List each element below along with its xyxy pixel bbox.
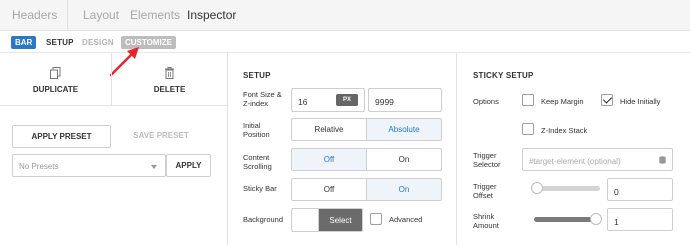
- sticky-on-option[interactable]: On: [366, 179, 441, 200]
- initial-position-label: Initial Position: [243, 121, 270, 139]
- presets-select[interactable]: No Presets: [12, 154, 166, 177]
- sub-nav: BAR SETUP DESIGN CUSTOMIZE: [0, 31, 690, 53]
- zindex-stack-checkbox[interactable]: [522, 123, 534, 135]
- save-preset-button[interactable]: SAVE PRESET: [111, 125, 211, 148]
- delete-label: DELETE: [153, 85, 186, 94]
- database-icon: [659, 156, 666, 164]
- nav-divider: [67, 0, 68, 31]
- duplicate-icon: [50, 67, 61, 79]
- tab-inspector[interactable]: Inspector: [187, 8, 236, 22]
- options-label: Options: [473, 97, 499, 106]
- trigger-offset-handle[interactable]: [531, 182, 543, 194]
- setup-heading: SETUP: [243, 71, 271, 80]
- trigger-offset-value: 0: [614, 187, 619, 197]
- bar-badge: BAR: [11, 36, 37, 49]
- background-picker[interactable]: Select: [291, 208, 363, 232]
- zindex-field[interactable]: 9999: [368, 88, 442, 112]
- content-on-option[interactable]: On: [366, 149, 441, 170]
- trigger-selector-placeholder: #target-element (optional): [529, 157, 621, 166]
- relative-option[interactable]: Relative: [292, 119, 366, 140]
- trigger-selector-input[interactable]: #target-element (optional): [522, 148, 673, 171]
- chevron-down-icon: [151, 165, 157, 169]
- absolute-option[interactable]: Absolute: [366, 119, 441, 140]
- shrink-amount-field[interactable]: 1: [607, 208, 673, 231]
- shrink-amount-label: Shrink Amount: [473, 212, 499, 230]
- shrink-amount-handle[interactable]: [590, 213, 602, 225]
- hide-initially-checkbox[interactable]: [601, 94, 613, 106]
- background-swatch[interactable]: [292, 209, 318, 231]
- font-size-value: 16: [298, 97, 308, 107]
- shrink-amount-fill: [534, 217, 596, 222]
- zindex-stack-label: Z-Index Stack: [541, 126, 588, 135]
- background-label: Background: [243, 215, 284, 224]
- sticky-off-option[interactable]: Off: [292, 179, 366, 200]
- trigger-offset-slider[interactable]: [531, 182, 600, 194]
- delete-button[interactable]: DELETE: [112, 67, 227, 94]
- keep-margin-checkbox[interactable]: [522, 94, 534, 106]
- sticky-bar-toggle[interactable]: Off On: [291, 178, 442, 201]
- trash-icon: [165, 67, 174, 79]
- shrink-amount-value: 1: [614, 217, 619, 227]
- content-scrolling-toggle[interactable]: Off On: [291, 148, 442, 171]
- shrink-amount-slider[interactable]: [534, 213, 602, 225]
- presets-select-value: No Presets: [19, 162, 59, 171]
- background-select-button[interactable]: Select: [318, 209, 362, 231]
- hide-initially-label: Hide Initially: [620, 97, 661, 106]
- apply-preset-button[interactable]: APPLY PRESET: [12, 125, 111, 148]
- zindex-value: 9999: [375, 97, 394, 107]
- tab-layout[interactable]: Layout: [83, 8, 119, 22]
- trigger-offset-field[interactable]: 0: [607, 178, 673, 201]
- content-scrolling-label: Content Scrolling: [243, 153, 272, 171]
- top-nav: Headers Layout Elements Inspector: [0, 0, 690, 31]
- trigger-selector-label: Trigger Selector: [473, 151, 501, 169]
- tab-elements[interactable]: Elements: [130, 8, 180, 22]
- duplicate-button[interactable]: DUPLICATE: [0, 67, 111, 94]
- trigger-offset-label: Trigger Offset: [473, 182, 497, 200]
- apply-button[interactable]: APPLY: [166, 154, 211, 177]
- column-divider: [227, 53, 228, 245]
- duplicate-label: DUPLICATE: [32, 85, 79, 94]
- keep-margin-label: Keep Margin: [541, 97, 584, 106]
- font-size-zindex-label: Font Size & Z-index: [243, 90, 282, 108]
- content-off-option[interactable]: Off: [292, 149, 366, 170]
- sticky-bar-label: Sticky Bar: [243, 184, 277, 193]
- sticky-setup-heading: STICKY SETUP: [473, 71, 534, 80]
- advanced-label: Advanced: [389, 215, 423, 224]
- font-size-field[interactable]: 16 PX: [291, 88, 365, 112]
- tab-setup[interactable]: SETUP: [46, 38, 74, 47]
- unit-tag[interactable]: PX: [336, 94, 358, 106]
- action-bottom-divider: [0, 105, 227, 106]
- tab-headers[interactable]: Headers: [12, 8, 57, 22]
- column-divider: [456, 53, 457, 245]
- initial-position-toggle[interactable]: Relative Absolute: [291, 118, 442, 141]
- advanced-checkbox[interactable]: [370, 213, 382, 225]
